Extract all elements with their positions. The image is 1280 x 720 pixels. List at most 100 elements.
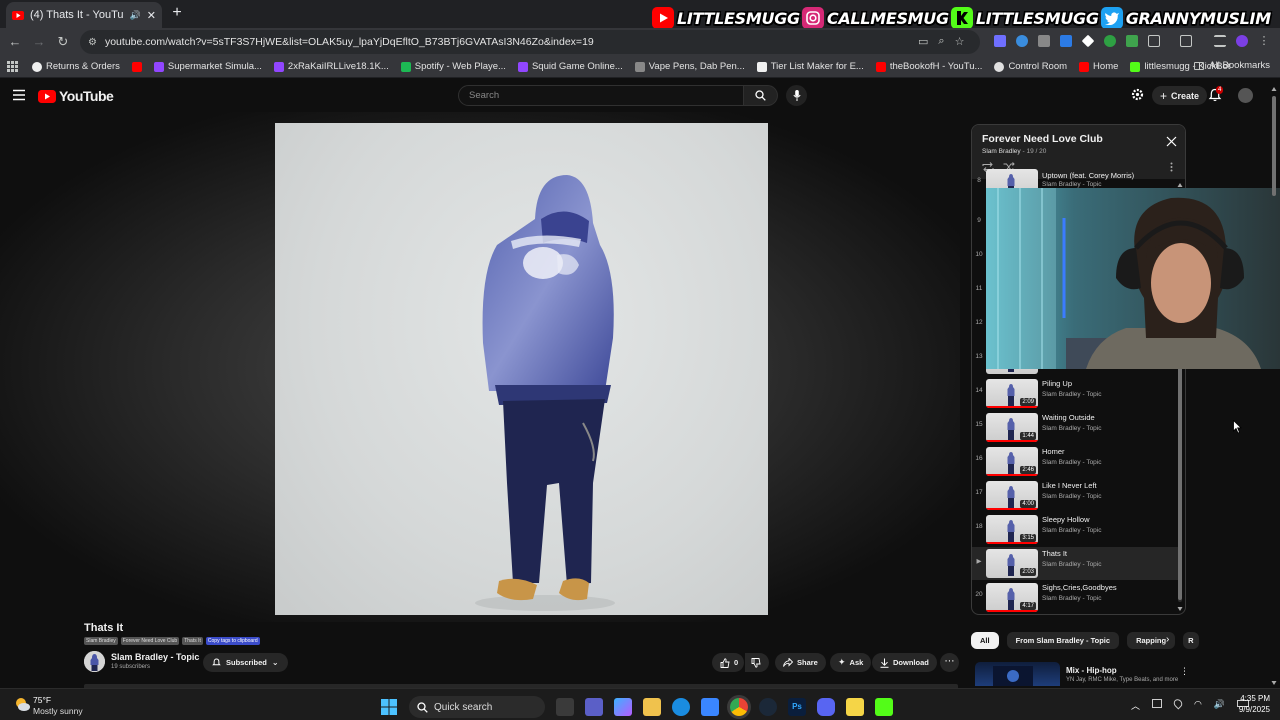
side-panel-icon[interactable]: [1180, 35, 1192, 47]
cast-icon[interactable]: ▭: [918, 35, 928, 48]
reload-icon[interactable]: ↻: [54, 33, 72, 51]
more-actions-icon[interactable]: ⋯: [940, 653, 959, 672]
browser-tab[interactable]: (4) Thats It - YouTube 🔊 ✕: [6, 2, 162, 28]
playlist-item[interactable]: 16 2:46 Homer Slam Bradley - Topic: [972, 445, 1178, 478]
bookmark-item[interactable]: Tier List Maker for E...: [756, 61, 864, 72]
apps-grid-icon[interactable]: [7, 61, 18, 72]
chrome-icon[interactable]: [730, 698, 748, 716]
playlist-owner[interactable]: Slam Bradley: [982, 148, 1021, 155]
playlist-item[interactable]: 20 4:17 Sighs,Cries,Goodbyes Slam Bradley -…: [972, 581, 1178, 614]
playlist-item[interactable]: 18 3:15 Sleepy Hollow Slam Bradley - Topic: [972, 513, 1178, 546]
bookmark-item[interactable]: Vape Pens, Dab Pen...: [634, 61, 745, 72]
clock-date[interactable]: 9/9/2025: [1232, 705, 1270, 714]
copy-tags-button[interactable]: Copy tags to clipboard: [205, 637, 260, 645]
extension-gear-icon[interactable]: [1131, 88, 1144, 101]
clock-time[interactable]: 4:35 PM: [1238, 694, 1270, 703]
chip-from-channel[interactable]: From Slam Bradley - Topic: [1006, 632, 1120, 649]
new-tab-button[interactable]: +: [168, 4, 186, 22]
download-button[interactable]: Download: [872, 653, 937, 672]
extension-icon[interactable]: [1126, 35, 1138, 47]
playlist-item-thumbnail[interactable]: 4:00: [986, 481, 1038, 510]
playlist-item-thumbnail[interactable]: 2:46: [986, 447, 1038, 476]
playlist-item-title[interactable]: Waiting Outside: [1042, 413, 1095, 422]
account-avatar[interactable]: [1238, 88, 1253, 103]
copilot-icon[interactable]: [614, 698, 632, 716]
recommendation-thumbnail[interactable]: [975, 662, 1060, 686]
playlist-item-title[interactable]: Uptown (feat. Corey Morris): [1042, 171, 1134, 180]
tag[interactable]: Slam Bradley: [84, 637, 118, 645]
extension-icon[interactable]: [1016, 35, 1028, 47]
playlist-item[interactable]: 15 1:44 Waiting Outside Slam Bradley - Topi…: [972, 411, 1178, 444]
like-button[interactable]: 0: [712, 653, 745, 672]
file-explorer-icon[interactable]: [643, 698, 661, 716]
playlist-item-title[interactable]: Like I Never Left: [1042, 481, 1097, 490]
playlist-item-title[interactable]: Sighs,Cries,Goodbyes: [1042, 583, 1117, 592]
playlist-item-thumbnail[interactable]: 1:44: [986, 413, 1038, 442]
tag[interactable]: Forever Need Love Club: [120, 637, 180, 645]
playlist-item-thumbnail[interactable]: 3:15: [986, 515, 1038, 544]
downloads-icon[interactable]: [1214, 35, 1226, 47]
chip-all[interactable]: All: [971, 632, 999, 649]
channel-name[interactable]: Slam Bradley - Topic: [111, 652, 199, 662]
bookmark-item[interactable]: 2xRaKaiIRLLive18.1K...: [273, 61, 389, 72]
taskbar-search[interactable]: Quick search: [409, 696, 545, 718]
all-bookmarks-button[interactable]: All Bookmarks: [1194, 60, 1270, 71]
tab-close-icon[interactable]: ✕: [147, 9, 156, 22]
recommendation-title[interactable]: Mix - Hip-hop: [1066, 666, 1117, 675]
chevron-right-icon[interactable]: ›: [1166, 634, 1169, 645]
edge-icon[interactable]: [672, 698, 690, 716]
extension-icon[interactable]: [994, 35, 1006, 47]
network-adapter-icon[interactable]: [1152, 699, 1163, 708]
video-frame-album-art[interactable]: [275, 123, 768, 615]
volume-icon[interactable]: 🔊: [1214, 699, 1225, 712]
forward-arrow-icon[interactable]: →: [30, 33, 48, 51]
chevron-up-icon[interactable]: ︿: [1131, 699, 1140, 712]
browser-menu-icon[interactable]: ⋮: [1258, 35, 1270, 47]
playlist-title[interactable]: Forever Need Love Club: [982, 133, 1103, 145]
location-icon[interactable]: [1172, 697, 1185, 710]
back-arrow-icon[interactable]: ←: [6, 33, 24, 51]
extension-icon[interactable]: [1081, 34, 1095, 48]
weather-sun-icon[interactable]: [13, 695, 31, 713]
voice-search-button[interactable]: [786, 85, 807, 106]
playlist-item-thumbnail[interactable]: 4:17: [986, 583, 1038, 612]
bookmark-item[interactable]: Returns & Orders: [32, 61, 120, 72]
profile-avatar[interactable]: [1236, 35, 1248, 47]
address-bar[interactable]: ⚙ youtube.com/watch?v=5sTF3S7HjWE&list=O…: [80, 30, 980, 54]
kick-app-icon[interactable]: [875, 698, 893, 716]
discord-icon[interactable]: [817, 698, 835, 716]
page-scrollbar[interactable]: [1271, 86, 1277, 686]
bookmark-item[interactable]: Home: [1079, 61, 1118, 72]
bookmark-item[interactable]: theBookofH - YouTu...: [875, 61, 982, 72]
bookmark-star-icon[interactable]: ☆: [955, 35, 965, 48]
recommendation-more-icon[interactable]: ⋮: [1180, 666, 1189, 677]
search-button[interactable]: [744, 85, 778, 106]
chip-truncated[interactable]: R: [1183, 632, 1200, 649]
weather-temperature[interactable]: 75°F: [33, 695, 51, 705]
close-icon[interactable]: [1166, 136, 1177, 147]
search-input[interactable]: Search: [458, 85, 744, 106]
subscribed-button[interactable]: Subscribed ⌄: [203, 653, 288, 672]
photoshop-icon[interactable]: Ps: [788, 698, 806, 716]
create-button[interactable]: + Create: [1152, 86, 1208, 105]
extension-icon[interactable]: [1060, 35, 1072, 47]
channel-avatar[interactable]: [84, 651, 105, 672]
playlist-item-title[interactable]: Homer: [1042, 447, 1065, 456]
bookmark-item[interactable]: Control Room: [994, 61, 1067, 72]
share-button[interactable]: Share: [775, 653, 826, 672]
playlist-item-title[interactable]: Piling Up: [1042, 379, 1072, 388]
microsoft-store-icon[interactable]: [701, 698, 719, 716]
hamburger-menu-icon[interactable]: [12, 89, 26, 101]
steam-icon[interactable]: [759, 698, 777, 716]
playlist-item-current[interactable]: ▶ 2:03 Thats It Slam Bradley - Topic: [972, 547, 1178, 580]
bookmark-item[interactable]: Spotify - Web Playe...: [400, 61, 506, 72]
playlist-item-thumbnail[interactable]: 2:09: [986, 379, 1038, 408]
site-info-icon[interactable]: ⚙: [88, 37, 97, 48]
playlist-item-thumbnail[interactable]: 2:03: [986, 549, 1038, 578]
zoom-icon[interactable]: ⌕: [938, 35, 944, 48]
playlist-item-title[interactable]: Thats It: [1042, 549, 1067, 558]
playlist-item-title[interactable]: Sleepy Hollow: [1042, 515, 1090, 524]
playlist-item[interactable]: 17 4:00 Like I Never Left Slam Bradley - To…: [972, 479, 1178, 512]
task-view-icon[interactable]: [556, 698, 574, 716]
tag[interactable]: Thats It: [182, 637, 203, 645]
